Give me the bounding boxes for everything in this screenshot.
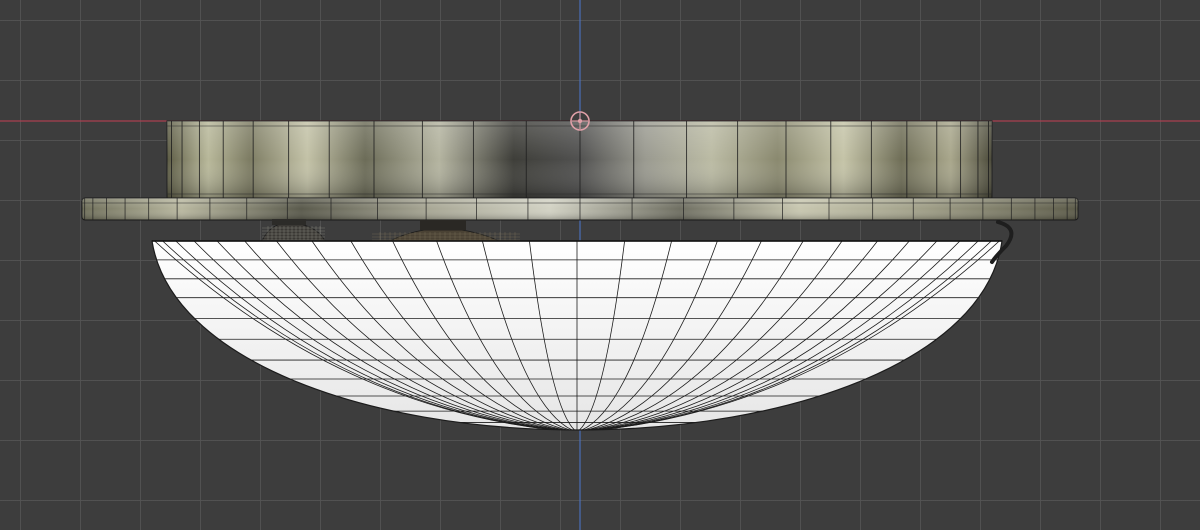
3d-viewport[interactable] — [0, 0, 1200, 530]
led-emitter-small[interactable] — [261, 219, 326, 242]
upper-housing[interactable] — [166, 120, 993, 199]
diffuser-dome[interactable] — [140, 240, 1010, 432]
object-origin-icon[interactable] — [570, 111, 590, 131]
scene-canvas[interactable] — [0, 0, 1200, 530]
mounting-flange[interactable] — [81, 197, 1079, 221]
